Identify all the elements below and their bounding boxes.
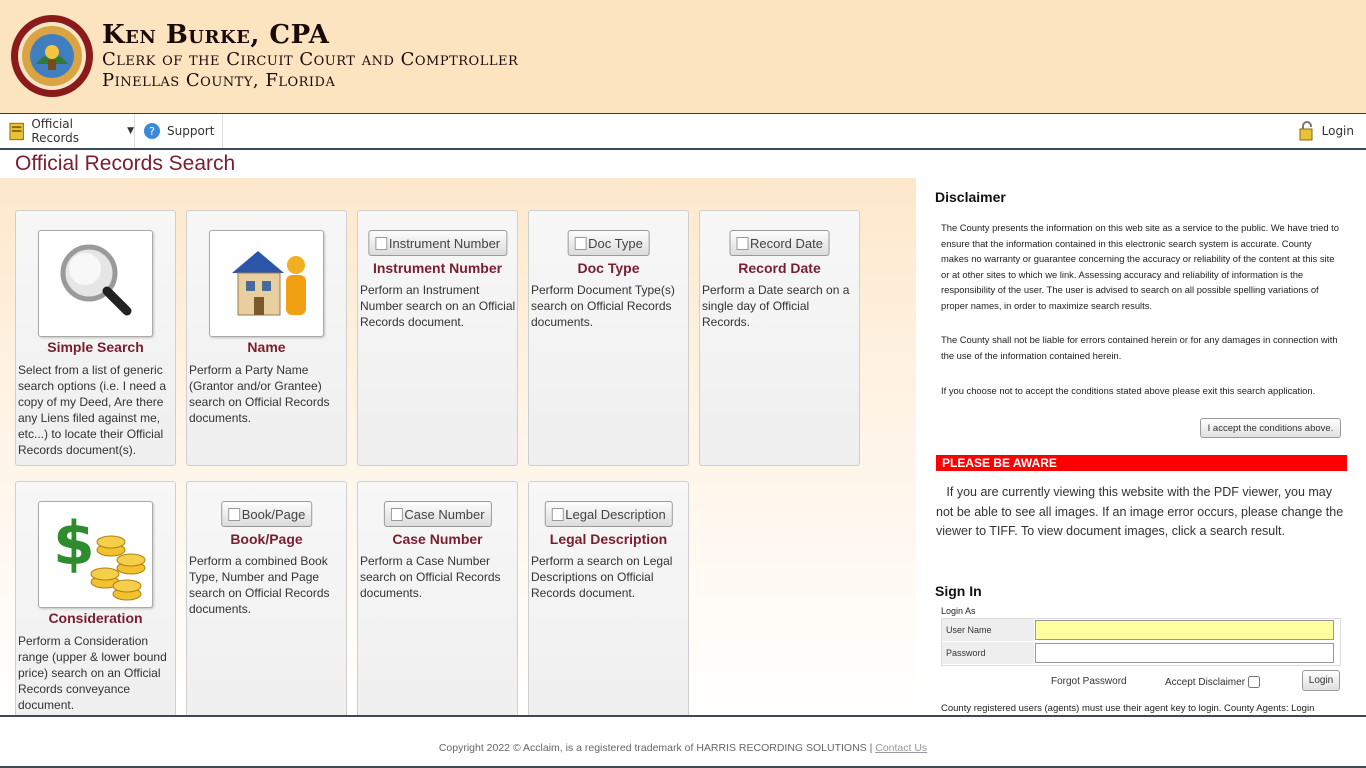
disclaimer-heading: Disclaimer xyxy=(935,189,1006,205)
card-title: Consideration xyxy=(48,610,143,626)
card-desc: Select from a list of generic search opt… xyxy=(18,363,167,457)
nav-records-label: Official Records xyxy=(31,117,80,145)
please-be-aware-banner: PLEASE BE AWARE xyxy=(936,455,1347,471)
card-title: Simple Search xyxy=(47,339,144,355)
broken-image-icon xyxy=(736,236,749,250)
login-form: User Name Password xyxy=(941,618,1341,666)
card-desc: Perform a Date search on a single day of… xyxy=(702,283,850,329)
card-simple-search[interactable]: Simple Search Select from a list of gene… xyxy=(15,210,176,466)
legal-description-button[interactable]: Legal Description xyxy=(544,501,673,527)
card-name[interactable]: Name Perform a Party Name (Grantor and/o… xyxy=(186,210,347,466)
clerk-title: Clerk of the Circuit Court and Comptroll… xyxy=(102,49,519,70)
button-label: Book/Page xyxy=(241,506,306,522)
forgot-password-link[interactable]: Forgot Password xyxy=(1051,676,1127,687)
agent-note: County registered users (agents) must us… xyxy=(941,703,1315,714)
card-title: Book/Page xyxy=(230,531,303,547)
county-seal-icon xyxy=(11,15,93,97)
card-desc: Perform Document Type(s) search on Offic… xyxy=(531,283,675,329)
card-desc: Perform a Party Name (Grantor and/or Gra… xyxy=(189,363,330,425)
signin-heading: Sign In xyxy=(935,583,982,599)
card-consideration[interactable]: $ Consideration Perform a Consideration … xyxy=(15,481,176,731)
card-title: Legal Description xyxy=(549,531,668,547)
username-label: User Name xyxy=(942,619,1034,641)
broken-image-icon xyxy=(227,507,240,521)
nav-official-records[interactable]: Official Records ▼ xyxy=(8,114,135,148)
button-label: Doc Type xyxy=(588,235,643,251)
accept-conditions-button[interactable]: I accept the conditions above. xyxy=(1200,418,1341,438)
contact-us-link[interactable]: Contact Us xyxy=(875,742,927,754)
copyright-text: Copyright 2022 © Acclaim, is a registere… xyxy=(438,742,876,754)
dollar-coins-icon: $ xyxy=(53,509,146,601)
svg-text:$: $ xyxy=(53,509,95,579)
magnifier-icon xyxy=(60,244,132,316)
card-book-page[interactable]: Book/Page Book/Page Perform a combined B… xyxy=(186,481,347,731)
card-title: Case Number xyxy=(392,531,483,547)
consideration-button[interactable]: $ xyxy=(38,501,153,608)
simple-search-button[interactable] xyxy=(38,230,153,337)
card-desc: Perform an Instrument Number search on a… xyxy=(360,283,516,329)
card-desc: Perform a combined Book Type, Number and… xyxy=(189,554,330,616)
county-name: Pinellas County, Florida xyxy=(102,70,336,91)
nav-login-label: Login xyxy=(1321,124,1354,138)
broken-image-icon xyxy=(374,236,387,250)
case-number-button[interactable]: Case Number xyxy=(383,501,492,527)
site-footer: Copyright 2022 © Acclaim, is a registere… xyxy=(0,715,1366,768)
card-case-number[interactable]: Case Number Case Number Perform a Case N… xyxy=(357,481,518,731)
doc-type-button[interactable]: Doc Type xyxy=(567,230,650,256)
nav-support[interactable]: ? Support xyxy=(143,114,223,148)
folder-records-icon xyxy=(9,122,24,141)
card-doc-type[interactable]: Doc Type Doc Type Perform Document Type(… xyxy=(528,210,689,466)
footer-text: Copyright 2022 © Acclaim, is a registere… xyxy=(0,742,1366,754)
disclaimer-text-1: The County presents the information on t… xyxy=(941,222,1339,311)
card-title: Name xyxy=(247,339,286,355)
search-options-area: Simple Search Select from a list of gene… xyxy=(0,178,916,731)
chevron-down-icon: ▼ xyxy=(127,126,134,136)
button-label: Record Date xyxy=(750,235,823,251)
lock-icon xyxy=(1299,121,1313,141)
main-nav: Official Records ▼ ? Support Login xyxy=(0,113,1366,150)
broken-image-icon xyxy=(551,507,564,521)
card-legal-description[interactable]: Legal Description Legal Description Perf… xyxy=(528,481,689,731)
clerk-name: Ken Burke, CPA xyxy=(102,20,330,50)
card-title: Instrument Number xyxy=(372,260,503,276)
card-title: Record Date xyxy=(738,260,821,276)
aware-text: If you are currently viewing this websit… xyxy=(936,483,1346,542)
disclaimer-text-3: If you choose not to accept the conditio… xyxy=(941,385,1316,396)
disclaimer-text-2: The County shall not be liable for error… xyxy=(941,334,1338,361)
button-label: Instrument Number xyxy=(388,235,501,251)
password-label: Password xyxy=(942,642,1034,664)
button-label: Case Number xyxy=(404,506,485,522)
card-desc: Perform a search on Legal Descriptions o… xyxy=(531,554,673,600)
record-date-button[interactable]: Record Date xyxy=(729,230,830,256)
help-icon: ? xyxy=(144,123,160,139)
instrument-number-button[interactable]: Instrument Number xyxy=(367,230,508,256)
broken-image-icon xyxy=(574,236,587,250)
name-search-button[interactable] xyxy=(209,230,324,337)
accept-disclaimer-checkbox[interactable] xyxy=(1248,676,1261,688)
card-desc: Perform a Consideration range (upper & l… xyxy=(18,634,167,712)
book-page-button[interactable]: Book/Page xyxy=(220,501,313,527)
password-input[interactable] xyxy=(1035,643,1334,663)
card-instrument-number[interactable]: Instrument Number Instrument Number Perf… xyxy=(357,210,518,466)
button-label: Legal Description xyxy=(565,506,666,522)
nav-login[interactable]: Login xyxy=(1298,114,1354,148)
right-panel: Disclaimer The County presents the infor… xyxy=(926,178,1356,715)
broken-image-icon xyxy=(390,507,403,521)
svg-text:?: ? xyxy=(149,125,155,138)
house-person-icon xyxy=(232,251,306,316)
card-title: Doc Type xyxy=(577,260,640,276)
card-desc: Perform a Case Number search on Official… xyxy=(360,554,501,600)
nav-support-label: Support xyxy=(167,124,215,138)
site-header: Ken Burke, CPA Clerk of the Circuit Cour… xyxy=(0,0,1366,113)
page-title: Official Records Search xyxy=(15,152,236,175)
username-input[interactable] xyxy=(1035,620,1334,640)
accept-disclaimer-label: Accept Disclaimer xyxy=(1165,676,1246,688)
login-button[interactable]: Login xyxy=(1302,670,1340,691)
card-record-date[interactable]: Record Date Record Date Perform a Date s… xyxy=(699,210,860,466)
accept-disclaimer: Accept Disclaimer xyxy=(1165,676,1261,688)
aware-text-content: If you are currently viewing this websit… xyxy=(936,485,1344,538)
